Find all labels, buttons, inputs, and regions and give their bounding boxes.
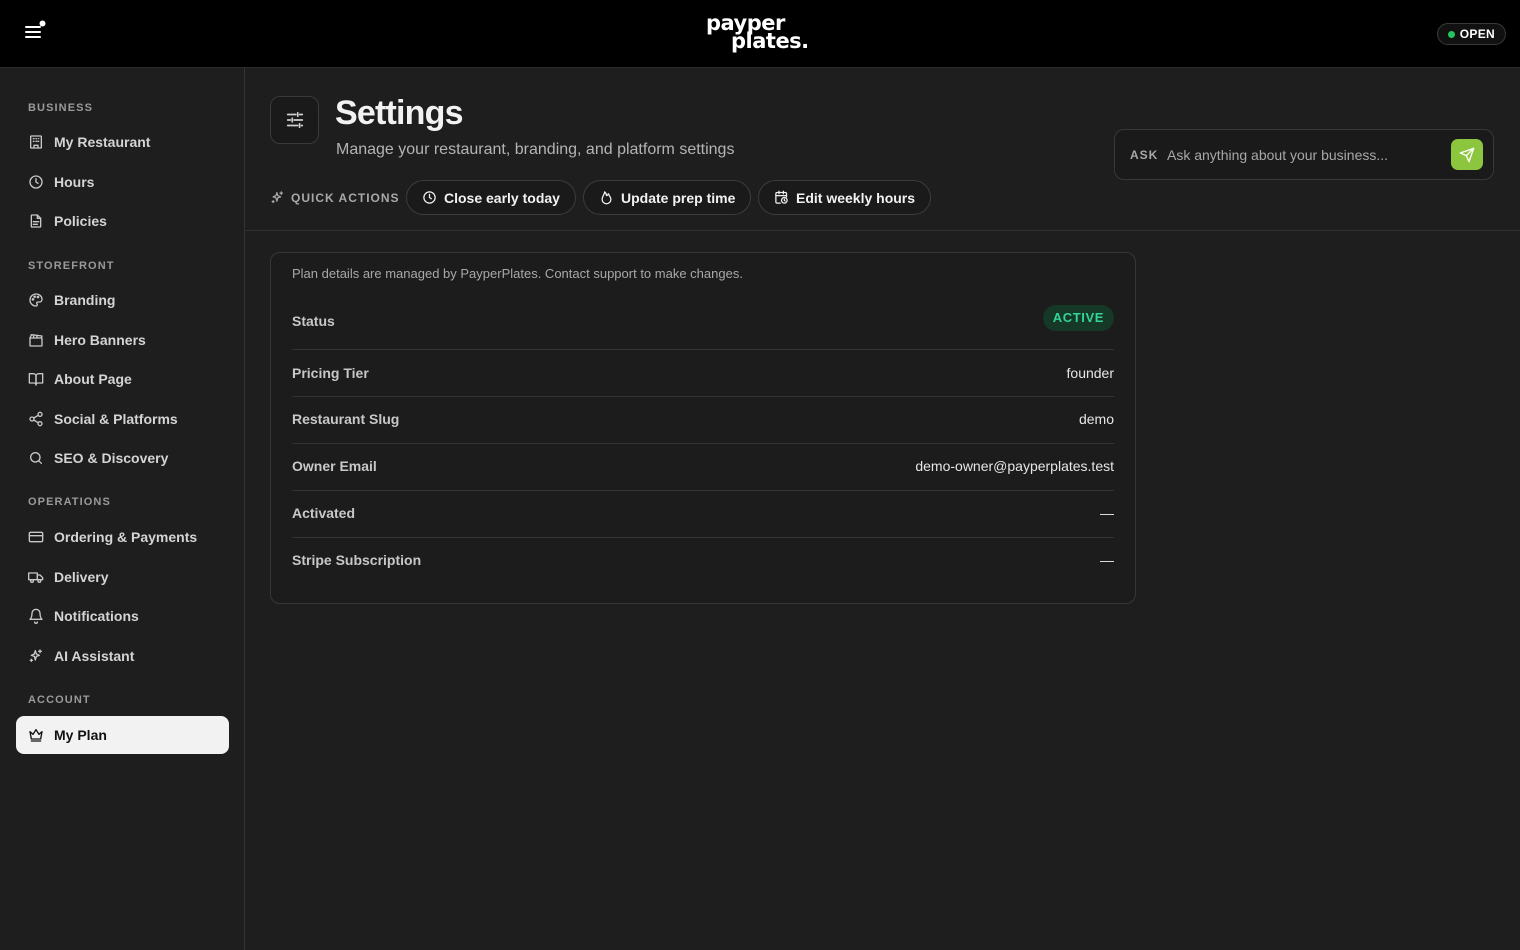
sidebar-item-policies[interactable]: Policies (16, 202, 229, 240)
settings-icon-box (270, 96, 319, 144)
plan-row-key: Stripe Subscription (292, 552, 422, 568)
sidebar-item-label: Delivery (54, 569, 109, 585)
sidebar-item-hours[interactable]: Hours (16, 163, 229, 201)
row-divider (292, 443, 1114, 444)
palette-icon (29, 293, 43, 307)
sidebar: BUSINESS My Restaurant Hours Policies ST… (0, 68, 245, 950)
top-bar: payper plates. OPEN (0, 0, 1520, 68)
logo[interactable]: payper plates. (706, 13, 816, 52)
ask-input[interactable] (1167, 141, 1442, 169)
row-divider (292, 490, 1114, 491)
plan-row-value: — (1100, 552, 1114, 568)
plan-row-key: Owner Email (292, 458, 377, 474)
store-status-label: OPEN (1459, 27, 1495, 41)
store-status-toggle[interactable]: OPEN (1436, 23, 1506, 45)
button-label: Update prep time (621, 189, 736, 206)
crown-icon (29, 729, 43, 742)
sidebar-item-label: Hours (54, 174, 95, 190)
row-divider (292, 349, 1114, 350)
share-icon (29, 411, 43, 427)
plan-row-value: — (1100, 505, 1114, 521)
quick-actions-text: QUICK ACTIONS (291, 190, 400, 205)
sidebar-item-label: AI Assistant (54, 648, 135, 664)
sidebar-item-label: Branding (54, 292, 116, 308)
sparkles-icon (271, 191, 284, 204)
close-early-today-button[interactable]: Close early today (406, 180, 576, 215)
sliders-icon (286, 111, 303, 129)
sidebar-item-label: Notifications (54, 608, 139, 624)
sidebar-item-my-restaurant[interactable]: My Restaurant (16, 123, 229, 161)
menu-icon[interactable] (22, 20, 48, 44)
sidebar-item-label: Ordering & Payments (54, 529, 198, 545)
status-dot-icon (1447, 31, 1455, 38)
plan-row-key: Restaurant Slug (292, 411, 400, 427)
search-icon (30, 452, 42, 464)
sidebar-item-label: Social & Platforms (54, 411, 178, 427)
sidebar-item-branding[interactable]: Branding (16, 281, 229, 319)
send-icon (1459, 147, 1475, 162)
sparkles-icon (29, 649, 42, 662)
sidebar-section-account: ACCOUNT (28, 694, 91, 706)
sidebar-item-notifications[interactable]: Notifications (16, 597, 229, 635)
ask-label: ASK (1130, 148, 1159, 162)
sidebar-item-label: Policies (54, 213, 107, 229)
quick-actions-label: QUICK ACTIONS (270, 190, 400, 205)
clock-icon (423, 191, 436, 204)
sidebar-item-my-plan[interactable]: My Plan (16, 716, 229, 754)
sidebar-item-label: My Plan (54, 727, 107, 743)
book-icon (28, 373, 44, 386)
sidebar-section-operations: OPERATIONS (28, 496, 111, 508)
sidebar-item-seo-discovery[interactable]: SEO & Discovery (16, 439, 229, 477)
truck-icon (28, 572, 44, 583)
sidebar-item-label: Hero Banners (54, 332, 146, 348)
button-label: Close early today (444, 189, 560, 206)
sidebar-section-business: BUSINESS (28, 102, 94, 114)
sidebar-section-storefront: STOREFRONT (28, 260, 115, 272)
sidebar-item-hero-banners[interactable]: Hero Banners (16, 321, 229, 359)
plan-row-value: founder (1066, 365, 1114, 381)
sidebar-item-ordering-payments[interactable]: Ordering & Payments (16, 518, 229, 556)
plan-note: Plan details are managed by PayperPlates… (292, 266, 743, 281)
row-divider (292, 396, 1114, 397)
button-label: Edit weekly hours (796, 189, 916, 206)
header-divider (245, 230, 1520, 231)
plan-row-key: Activated (292, 505, 356, 521)
page-title: Settings (335, 94, 464, 132)
sidebar-item-label: SEO & Discovery (54, 450, 169, 466)
plan-details-card: Plan details are managed by PayperPlates… (270, 252, 1136, 604)
page-subtitle: Manage your restaurant, branding, and pl… (336, 141, 735, 158)
sidebar-item-delivery[interactable]: Delivery (16, 558, 229, 596)
edit-weekly-hours-button[interactable]: Edit weekly hours (758, 180, 932, 215)
document-icon (30, 214, 42, 228)
sidebar-item-social-platforms[interactable]: Social & Platforms (16, 400, 229, 438)
main-content: Settings Manage your restaurant, brandin… (245, 68, 1520, 950)
plan-row-key: Pricing Tier (292, 365, 369, 381)
building-icon (30, 135, 42, 149)
row-divider (292, 537, 1114, 538)
ask-box: ASK (1114, 129, 1494, 180)
sidebar-item-about-page[interactable]: About Page (16, 360, 229, 398)
status-badge: ACTIVE (1042, 305, 1114, 331)
flame-icon (601, 191, 612, 205)
ask-send-button[interactable] (1451, 139, 1483, 170)
plan-row-value: demo (1078, 411, 1114, 427)
clapperboard-icon (29, 334, 43, 347)
calendar-clock-icon (775, 190, 788, 204)
sidebar-item-ai-assistant[interactable]: AI Assistant (16, 637, 229, 675)
credit-card-icon (28, 531, 44, 543)
sidebar-item-label: My Restaurant (54, 134, 151, 150)
clock-icon (29, 175, 43, 189)
plan-row-value: demo-owner@payperplates.test (915, 458, 1114, 474)
sidebar-item-label: About Page (54, 371, 132, 387)
update-prep-time-button[interactable]: Update prep time (583, 180, 752, 215)
plan-row-key: Status (292, 313, 335, 329)
bell-icon (29, 608, 43, 624)
